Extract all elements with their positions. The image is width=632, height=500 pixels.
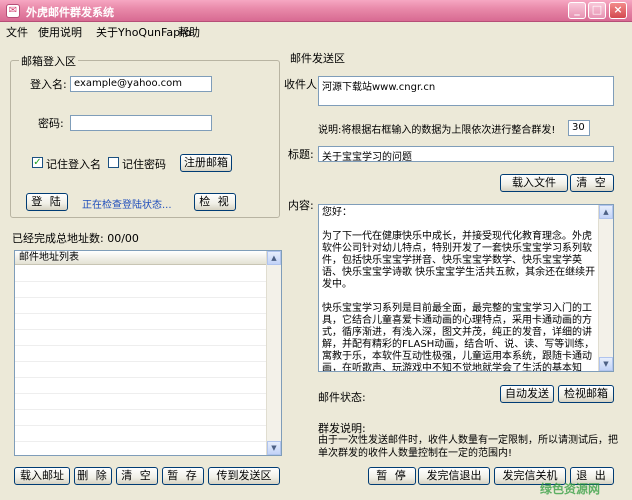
scroll-down-icon[interactable]: ▼ <box>267 441 281 455</box>
auto-send-button[interactable]: 自动发送 <box>500 385 554 403</box>
mass-note-text: 由于一次性发送邮件时，收件人数量有一定限制，所以请测试后，把单次群发的收件人数量… <box>318 435 618 459</box>
app-icon: ✉ <box>6 4 20 18</box>
batch-note-text: 说明:将根据右框输入的数据为上限依次进行整合群发! <box>318 125 556 136</box>
password-input[interactable] <box>70 115 212 131</box>
menu-help[interactable]: 帮助 <box>178 24 200 40</box>
login-button[interactable]: 登 陆 <box>26 193 68 211</box>
watermark: 绿色资源网 <box>540 482 601 496</box>
exit-after-send-button[interactable]: 发完信退出 <box>418 467 490 485</box>
menu-bar: 文件 使用说明 关于YhoQunFapro 帮助 <box>0 22 632 40</box>
view-button[interactable]: 检 视 <box>194 193 236 211</box>
address-list[interactable]: 邮件地址列表 ▲ ▼ <box>14 250 282 456</box>
load-file-button[interactable]: 载入文件 <box>500 174 568 192</box>
clear-content-button[interactable]: 清 空 <box>570 174 614 192</box>
pause-button[interactable]: 暂 停 <box>368 467 416 485</box>
login-group-title: 邮箱登入区 <box>19 53 78 69</box>
register-email-button[interactable]: 注册邮箱 <box>180 154 232 172</box>
menu-file[interactable]: 文件 <box>6 24 28 40</box>
remember-password-checkbox[interactable] <box>108 157 119 168</box>
content-textarea[interactable]: 您好： 为了下一代在健康快乐中成长，并接受现代化教育理念。外虎软件公司针对幼儿特… <box>318 204 614 372</box>
username-label: 登入名: <box>30 78 67 91</box>
save-temp-button[interactable]: 暂 存 <box>162 467 204 485</box>
send-group-title: 邮件发送区 <box>290 52 345 65</box>
content-scroll-up-icon[interactable]: ▲ <box>599 205 613 219</box>
content-label: 内容: <box>288 199 314 212</box>
address-count-label: 已经完成总地址数: 00/00 <box>12 232 139 245</box>
send-to-area-button[interactable]: 传到发送区 <box>208 467 280 485</box>
batch-size-input[interactable]: 30 <box>568 120 590 136</box>
delete-button[interactable]: 删 除 <box>74 467 112 485</box>
address-list-scrollbar[interactable]: ▲ ▼ <box>266 251 281 455</box>
login-status-text: 正在检查登陆状态... <box>82 200 172 211</box>
load-addresses-button[interactable]: 载入邮址 <box>14 467 70 485</box>
content-scrollbar[interactable]: ▲ ▼ <box>598 205 613 371</box>
password-label: 密码: <box>38 117 64 130</box>
username-input[interactable]: example@yahoo.com <box>70 76 212 92</box>
maximize-button[interactable]: □ <box>588 2 606 19</box>
recipient-label: 收件人: <box>284 78 321 91</box>
mail-status-label: 邮件状态: <box>318 391 366 404</box>
subject-label: 标题: <box>288 148 314 161</box>
menu-instructions[interactable]: 使用说明 <box>38 24 82 40</box>
menu-about[interactable]: 关于YhoQunFapro <box>96 24 191 40</box>
check-mailbox-button[interactable]: 检视邮箱 <box>558 385 614 403</box>
title-bar: ✉ 外虎邮件群发系统 _ □ × <box>0 0 632 22</box>
content-scroll-down-icon[interactable]: ▼ <box>599 357 613 371</box>
remember-username-label: 记住登入名 <box>46 158 101 171</box>
address-list-header: 邮件地址列表 <box>15 251 281 265</box>
recipient-input[interactable]: 河源下载站www.cngr.cn <box>318 76 614 106</box>
clear-list-button[interactable]: 清 空 <box>116 467 158 485</box>
minimize-button[interactable]: _ <box>568 2 586 19</box>
remember-username-checkbox[interactable]: ✓ <box>32 157 43 168</box>
close-button[interactable]: × <box>609 2 627 19</box>
window-title: 外虎邮件群发系统 <box>26 6 114 19</box>
scroll-up-icon[interactable]: ▲ <box>267 251 281 265</box>
remember-password-label: 记住密码 <box>122 158 166 171</box>
subject-input[interactable]: 关于宝宝学习的问题 <box>318 146 614 162</box>
